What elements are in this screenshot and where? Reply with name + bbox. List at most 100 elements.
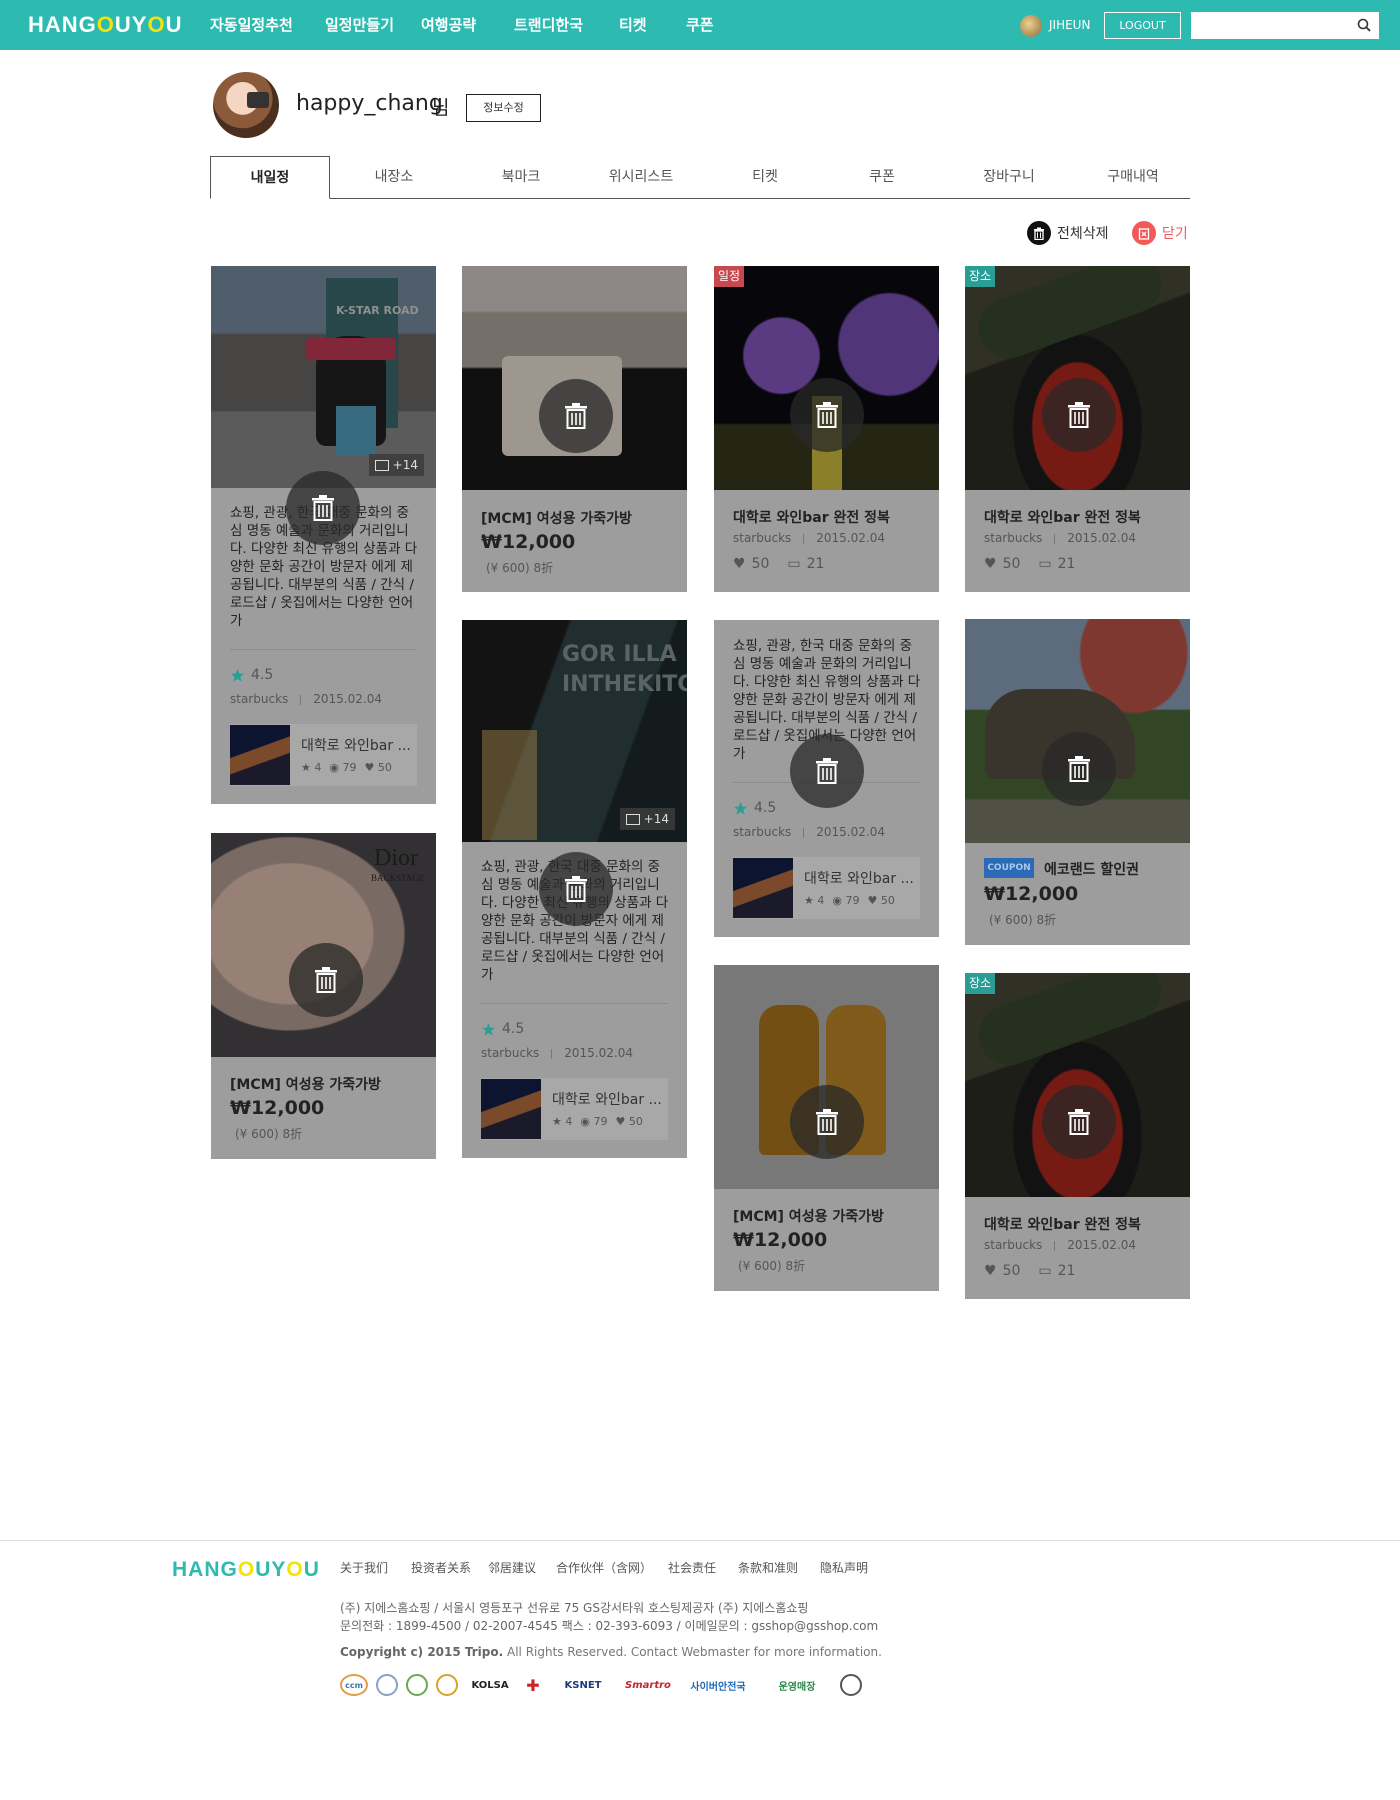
product-card[interactable]: [MCM] 여성용 가죽가방 ₩12,000 (¥ 600) 8折: [714, 965, 939, 1291]
tab-ticket[interactable]: 티켓: [705, 156, 825, 199]
delete-card-button[interactable]: [289, 943, 363, 1017]
card-title: 대학로 와인bar 완전 정복: [984, 1217, 1141, 1233]
user-name[interactable]: JIHEUN: [1049, 18, 1090, 32]
delete-card-button[interactable]: [790, 378, 864, 452]
close-button[interactable]: 닫기: [1132, 220, 1188, 246]
linked-item-title: 대학로 와인bar ...: [804, 871, 914, 887]
schedule-card[interactable]: GOR ILLA INTHEKITC +14 쇼핑, 관광, 한국 대중 문화의…: [462, 620, 687, 1158]
smartro-logo: Smartro: [625, 1679, 671, 1691]
close-label: 닫기: [1162, 226, 1188, 242]
tab-my-schedule[interactable]: 내일정: [210, 156, 330, 199]
delete-card-button[interactable]: [286, 471, 360, 545]
card-price: ₩12,000: [230, 1097, 325, 1119]
user-avatar[interactable]: [1020, 15, 1042, 37]
card-stats: ♥ 50 ▭ 21: [984, 556, 1076, 572]
comment-icon: ▭: [1038, 556, 1052, 572]
footer-link-investors[interactable]: 投资者关系: [411, 1559, 471, 1576]
tab-bookmark[interactable]: 북마크: [461, 156, 581, 199]
card-price: ₩12,000: [984, 883, 1079, 905]
card-meta: starbucks 2015.02.04: [984, 531, 1136, 545]
card-meta: starbucks 2015.02.04: [733, 531, 885, 545]
heart-icon: ♥: [733, 556, 746, 572]
type-badge: 일정: [714, 266, 744, 287]
footer-company-info: (주) 지에스홈쇼핑 / 서울시 영등포구 선유로 75 GS강서타워 호스팅제…: [340, 1601, 809, 1615]
trash-icon: [312, 495, 334, 521]
place-card[interactable]: 장소 대학로 와인bar 완전 정복 starbucks 2015.02.04 ♥…: [965, 266, 1190, 592]
camera-icon: [247, 92, 269, 108]
nav-trendy-korea[interactable]: 트랜디한국: [514, 0, 614, 50]
nav-ticket[interactable]: 티켓: [619, 0, 679, 50]
delete-all-label: 전체삭제: [1057, 226, 1109, 242]
schedule-card[interactable]: 쇼핑, 관광, 한국 대중 문화의 중심 명동 예술과 문화의 거리입니다. 다…: [714, 620, 939, 937]
tab-wishlist[interactable]: 위시리스트: [581, 156, 701, 199]
footer-copyright: Copyright c) 2015 Tripo. All Rights Rese…: [340, 1645, 882, 1659]
delete-card-button[interactable]: [539, 852, 613, 926]
cert-seal-icon: [436, 1674, 458, 1696]
photo-count-badge: +14: [619, 808, 675, 830]
cert-cross-icon: ✚: [526, 1675, 540, 1695]
tab-coupon[interactable]: 쿠폰: [822, 156, 942, 199]
footer-link-suggestions[interactable]: 邻居建议: [488, 1559, 536, 1576]
delete-card-button[interactable]: [790, 1085, 864, 1159]
nav-coupon[interactable]: 쿠폰: [686, 0, 746, 50]
divider: [481, 1003, 668, 1004]
nav-auto-schedule[interactable]: 자동일정추천: [210, 0, 310, 50]
nav-make-schedule[interactable]: 일정만들기: [325, 0, 425, 50]
delete-card-button[interactable]: [1042, 1085, 1116, 1159]
cyber-police-logo: 사이버안전국: [690, 1681, 746, 1693]
delete-card-button[interactable]: [539, 379, 613, 453]
star-icon: [231, 668, 244, 682]
card-price: ₩12,000: [481, 531, 576, 553]
footer-logo[interactable]: HANGOUYOU: [172, 1558, 320, 1582]
rating: 4.5: [481, 1021, 524, 1037]
trash-icon: [1068, 1109, 1090, 1135]
search-input[interactable]: [1191, 12, 1351, 39]
footer-link-terms[interactable]: 条款和准则: [738, 1559, 798, 1576]
linked-item-thumb: [733, 858, 793, 918]
eye-icon: ◉ 79: [329, 761, 357, 774]
search-icon[interactable]: [1357, 18, 1371, 32]
product-card[interactable]: Dior BACKSTAGE [MCM] 여성용 가죽가방 ₩12,000 (¥…: [211, 833, 436, 1159]
heart-icon: ♥ 50: [364, 761, 392, 774]
type-badge: 장소: [965, 973, 995, 994]
trash-icon: [315, 967, 337, 993]
cert-logos: ccm KOLSA ✚ KSNET Smartro 사이버안전국 운영매장: [340, 1672, 862, 1698]
footer-link-partners[interactable]: 合作伙伴（含网）: [556, 1559, 652, 1576]
logout-button[interactable]: LOGOUT: [1104, 12, 1181, 39]
footer-link-about[interactable]: 关于我们: [340, 1559, 388, 1576]
linked-item[interactable]: 대학로 와인bar ... ★ 4 ◉ 79 ♥ 50: [733, 857, 920, 919]
schedule-card[interactable]: 일정 대학로 와인bar 완전 정복 starbucks 2015.02.04 ♥…: [714, 266, 939, 592]
footer-divider: [0, 1540, 1400, 1541]
footer-link-privacy[interactable]: 隐私声明: [820, 1559, 868, 1576]
card-title: [MCM] 여성용 가죽가방: [481, 511, 632, 527]
tab-cart[interactable]: 장바구니: [949, 156, 1069, 199]
delete-card-button[interactable]: [1042, 732, 1116, 806]
logo[interactable]: HANGOUYOU: [28, 12, 183, 38]
edit-profile-button[interactable]: 정보수정: [466, 94, 541, 122]
rating: 4.5: [733, 800, 776, 816]
coupon-card[interactable]: COUPON 에코랜드 할인권 ₩12,000 (¥ 600) 8折: [965, 619, 1190, 945]
linked-item-stats: ★ 4 ◉ 79 ♥ 50: [301, 761, 392, 774]
card-title: [MCM] 여성용 가죽가방: [230, 1077, 381, 1093]
card-title: 에코랜드 할인권: [1044, 862, 1140, 878]
trash-icon: [816, 758, 838, 784]
footer-link-social[interactable]: 社会责任: [668, 1559, 716, 1576]
product-card[interactable]: [MCM] 여성용 가죽가방 ₩12,000 (¥ 600) 8折: [462, 266, 687, 592]
delete-all-button[interactable]: 전체삭제: [1027, 220, 1109, 246]
tab-purchase-history[interactable]: 구매내역: [1073, 156, 1193, 199]
card-meta: starbucks 2015.02.04: [984, 1238, 1136, 1252]
cert-seal-icon: [376, 1674, 398, 1696]
trash-icon: [565, 403, 587, 429]
card-price-sub: (¥ 600) 8折: [235, 1127, 303, 1141]
card-image: [965, 619, 1190, 843]
schedule-card[interactable]: K-STAR ROAD +14 쇼핑, 관광, 한국 대중 문화의 중심 명동 …: [211, 266, 436, 804]
delete-card-button[interactable]: [1042, 378, 1116, 452]
linked-item[interactable]: 대학로 와인bar ... ★ 4 ◉ 79 ♥ 50: [481, 1078, 668, 1140]
tab-my-places[interactable]: 내장소: [334, 156, 454, 199]
linked-item-stats: ★ 4 ◉ 79 ♥ 50: [804, 894, 895, 907]
card-meta: starbucks 2015.02.04: [481, 1046, 633, 1060]
place-card[interactable]: 장소 대학로 와인bar 완전 정복 starbucks 2015.02.04 ♥…: [965, 973, 1190, 1299]
nav-travel-guide[interactable]: 여행공략: [421, 0, 521, 50]
delete-card-button[interactable]: [790, 734, 864, 808]
linked-item[interactable]: 대학로 와인bar ... ★ 4 ◉ 79 ♥ 50: [230, 724, 417, 786]
